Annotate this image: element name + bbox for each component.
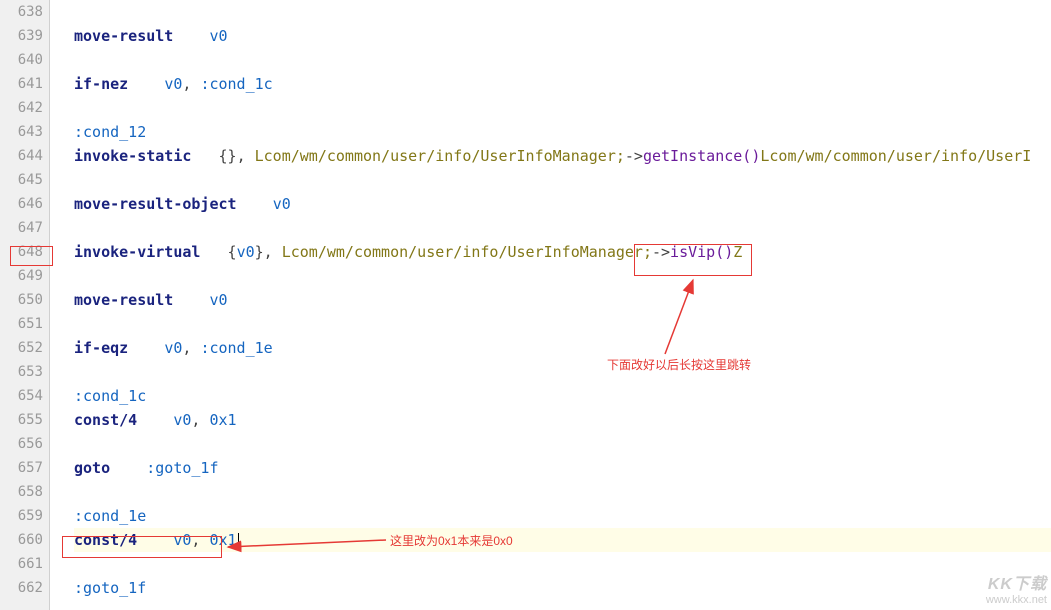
type-ref: Lcom/wm/common/user/info/UserInfoManager… (282, 243, 652, 261)
line-number: 648 (0, 240, 43, 264)
watermark-brand: KK下载 (986, 576, 1047, 594)
register: v0 (237, 243, 255, 261)
line-number: 647 (0, 216, 43, 240)
register: v0 (209, 27, 227, 45)
register: v0 (164, 75, 182, 93)
code-line: move-result v0 (74, 24, 1051, 48)
label-ref: :goto_1f (146, 459, 218, 477)
code-line (74, 360, 1051, 384)
opcode: move-result-object (74, 195, 237, 213)
literal: 0x1 (209, 411, 236, 429)
line-number: 661 (0, 552, 43, 576)
register: v0 (273, 195, 291, 213)
label-ref: :cond_1e (200, 339, 272, 357)
code-editor: 638 639 640 641 642 643 644 645 646 647 … (0, 0, 1051, 610)
text-cursor (238, 533, 239, 549)
watermark-url: www.kkx.net (986, 594, 1047, 606)
code-line (74, 96, 1051, 120)
opcode: invoke-virtual (74, 243, 200, 261)
code-line (74, 216, 1051, 240)
type-ref: Lcom/wm/common/user/info/UserI (760, 147, 1031, 165)
line-number: 651 (0, 312, 43, 336)
label-def: :cond_12 (74, 123, 146, 141)
opcode: move-result (74, 27, 173, 45)
code-line: move-result-object v0 (74, 192, 1051, 216)
opcode: move-result (74, 291, 173, 309)
code-line (74, 432, 1051, 456)
register: v0 (173, 531, 191, 549)
watermark: KK下载 www.kkx.net (986, 576, 1047, 606)
line-number: 644 (0, 144, 43, 168)
code-line: goto :goto_1f (74, 456, 1051, 480)
register: v0 (209, 291, 227, 309)
label-def: :goto_1f (74, 579, 146, 597)
opcode: if-eqz (74, 339, 128, 357)
code-area[interactable]: move-result v0 if-nez v0, :cond_1c :cond… (50, 0, 1051, 610)
opcode: const/4 (74, 411, 137, 429)
code-line (74, 264, 1051, 288)
code-line-active: const/4 v0, 0x1 (74, 528, 1051, 552)
code-line: invoke-static {}, Lcom/wm/common/user/in… (74, 144, 1051, 168)
line-number: 657 (0, 456, 43, 480)
line-number: 662 (0, 576, 43, 600)
braces: {} (219, 147, 237, 165)
line-number: 649 (0, 264, 43, 288)
code-line: :goto_1f (74, 576, 1051, 600)
method-ref: getInstance() (643, 147, 760, 165)
line-number: 654 (0, 384, 43, 408)
code-line (74, 0, 1051, 24)
code-line: invoke-virtual {v0}, Lcom/wm/common/user… (74, 240, 1051, 264)
line-number: 652 (0, 336, 43, 360)
opcode: if-nez (74, 75, 128, 93)
method-ref: isVip() (670, 243, 733, 261)
line-number: 640 (0, 48, 43, 72)
line-number: 655 (0, 408, 43, 432)
code-line: if-nez v0, :cond_1c (74, 72, 1051, 96)
label-def: :cond_1e (74, 507, 146, 525)
label-ref: :cond_1c (200, 75, 272, 93)
code-line (74, 480, 1051, 504)
label-def: :cond_1c (74, 387, 146, 405)
line-number: 653 (0, 360, 43, 384)
line-number: 638 (0, 0, 43, 24)
line-number: 658 (0, 480, 43, 504)
code-line: const/4 v0, 0x1 (74, 408, 1051, 432)
line-number: 656 (0, 432, 43, 456)
line-number: 650 (0, 288, 43, 312)
line-number: 659 (0, 504, 43, 528)
opcode: invoke-static (74, 147, 191, 165)
line-number: 645 (0, 168, 43, 192)
line-number-gutter: 638 639 640 641 642 643 644 645 646 647 … (0, 0, 50, 610)
annotation-text-2: 这里改为0x1本来是0x0 (390, 532, 513, 549)
line-number: 639 (0, 24, 43, 48)
return-type: Z (733, 243, 742, 261)
annotation-text-1: 下面改好以后长按这里跳转 (607, 356, 751, 373)
opcode: goto (74, 459, 110, 477)
register: v0 (173, 411, 191, 429)
code-line: move-result v0 (74, 288, 1051, 312)
line-number: 643 (0, 120, 43, 144)
line-number: 660 (0, 528, 43, 552)
line-number: 642 (0, 96, 43, 120)
code-line: :cond_1c (74, 384, 1051, 408)
opcode: const/4 (74, 531, 137, 549)
code-line (74, 312, 1051, 336)
code-line (74, 168, 1051, 192)
code-line (74, 552, 1051, 576)
code-line: :cond_1e (74, 504, 1051, 528)
literal: 0x1 (209, 531, 236, 549)
type-ref: Lcom/wm/common/user/info/UserInfoManager… (255, 147, 625, 165)
code-line: :cond_12 (74, 120, 1051, 144)
line-number: 641 (0, 72, 43, 96)
line-number: 646 (0, 192, 43, 216)
code-line (74, 48, 1051, 72)
register: v0 (164, 339, 182, 357)
code-line: if-eqz v0, :cond_1e (74, 336, 1051, 360)
